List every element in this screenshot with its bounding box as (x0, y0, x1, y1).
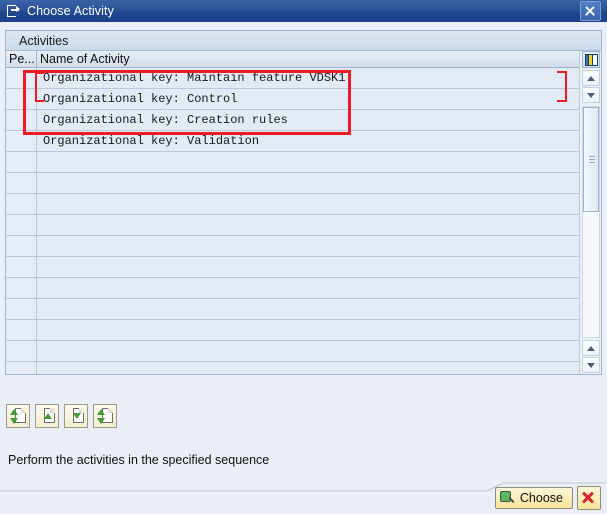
cell-pe (6, 110, 37, 130)
table-row[interactable]: Organizational key: Control (6, 89, 579, 110)
column-settings-icon[interactable] (582, 51, 600, 68)
column-header-pe[interactable]: Pe... (6, 51, 37, 67)
dialog-title: Choose Activity (27, 4, 114, 18)
column-header-name-of-activity[interactable]: Name of Activity (37, 51, 601, 67)
first-activity-button[interactable] (6, 404, 30, 428)
cell-pe (6, 131, 37, 151)
activities-panel: Activities Pe... Name of Activity Organi… (5, 30, 602, 375)
cell-pe (6, 152, 37, 172)
cell-name-of-activity (37, 278, 579, 298)
cell-name-of-activity (37, 362, 579, 374)
table-row[interactable] (6, 173, 579, 194)
scroll-down-icon[interactable] (582, 87, 600, 103)
cell-name-of-activity: Organizational key: Maintain feature VDS… (37, 68, 579, 88)
cell-name-of-activity (37, 320, 579, 340)
table-row[interactable]: Organizational key: Maintain feature VDS… (6, 68, 579, 89)
table-row[interactable] (6, 320, 579, 341)
cell-name-of-activity (37, 236, 579, 256)
next-activity-button[interactable] (64, 404, 88, 428)
cell-name-of-activity: Organizational key: Creation rules (37, 110, 579, 130)
table-row[interactable] (6, 152, 579, 173)
dialog-window-icon (7, 4, 21, 18)
cell-name-of-activity (37, 341, 579, 361)
grid-rows: Organizational key: Maintain feature VDS… (6, 68, 579, 374)
page-down-icon[interactable] (582, 357, 600, 373)
close-icon[interactable] (580, 1, 601, 21)
table-row[interactable] (6, 299, 579, 320)
cell-pe (6, 299, 37, 319)
cell-pe (6, 215, 37, 235)
cancel-button[interactable] (577, 486, 601, 510)
cell-pe (6, 194, 37, 214)
cell-pe (6, 341, 37, 361)
cell-pe (6, 278, 37, 298)
cell-pe (6, 257, 37, 277)
panel-caption: Activities (6, 31, 601, 51)
page-up-icon[interactable] (582, 340, 600, 356)
choose-button-label: Choose (519, 491, 563, 505)
vertical-scrollbar[interactable] (582, 106, 600, 338)
magnifier-icon (499, 490, 515, 506)
table-row[interactable] (6, 362, 579, 374)
cell-name-of-activity (37, 215, 579, 235)
cell-pe (6, 173, 37, 193)
cell-pe (6, 89, 37, 109)
cell-pe (6, 320, 37, 340)
table-row[interactable] (6, 236, 579, 257)
cell-name-of-activity (37, 194, 579, 214)
table-row[interactable] (6, 194, 579, 215)
dialog-title-bar: Choose Activity (0, 0, 607, 22)
scroll-up-icon[interactable] (582, 70, 600, 86)
cell-name-of-activity: Organizational key: Validation (37, 131, 579, 151)
scrollbar-thumb[interactable] (583, 107, 599, 212)
status-hint: Perform the activities in the specified … (8, 453, 270, 467)
table-row[interactable] (6, 341, 579, 362)
table-row[interactable] (6, 215, 579, 236)
table-row[interactable] (6, 278, 579, 299)
cell-pe (6, 362, 37, 374)
previous-activity-button[interactable] (35, 404, 59, 428)
cell-pe (6, 68, 37, 88)
choose-button[interactable]: Choose (494, 487, 573, 509)
grid-side-controls (579, 51, 601, 374)
table-row[interactable]: Organizational key: Creation rules (6, 110, 579, 131)
table-row[interactable]: Organizational key: Validation (6, 131, 579, 152)
grid-column-header: Pe... Name of Activity (6, 51, 601, 68)
cell-pe (6, 236, 37, 256)
table-row[interactable] (6, 257, 579, 278)
cell-name-of-activity (37, 173, 579, 193)
activity-navigation-toolbar (6, 404, 117, 428)
activities-grid: Pe... Name of Activity Organizational ke… (6, 51, 601, 374)
last-activity-button[interactable] (93, 404, 117, 428)
footer-buttons: Choose (494, 486, 601, 510)
cell-name-of-activity (37, 299, 579, 319)
cell-name-of-activity: Organizational key: Control (37, 89, 579, 109)
cell-name-of-activity (37, 152, 579, 172)
cell-name-of-activity (37, 257, 579, 277)
